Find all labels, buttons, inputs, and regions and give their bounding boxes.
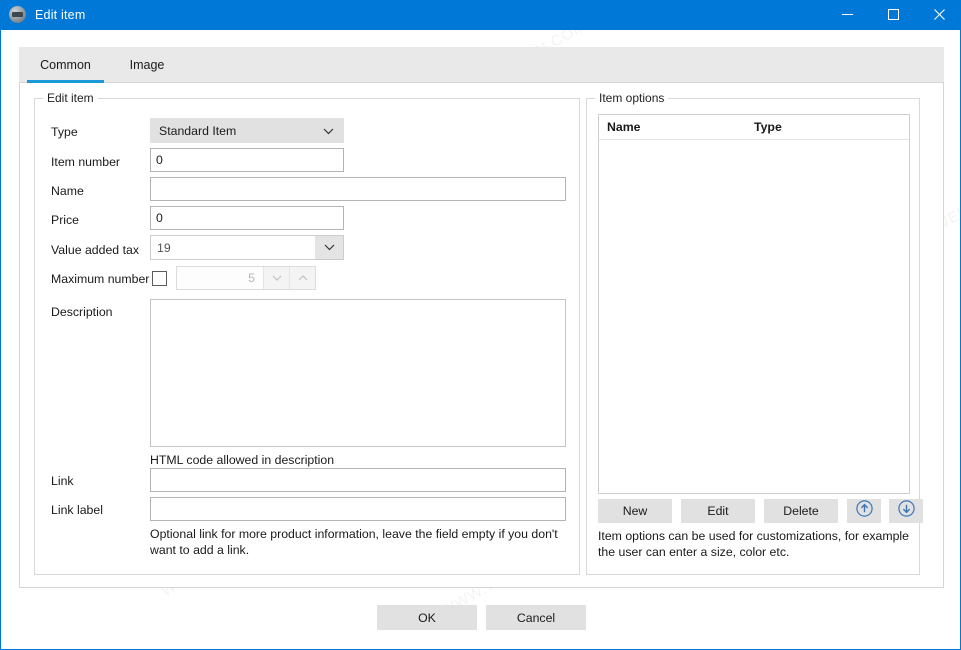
price-input[interactable]: 0 xyxy=(150,206,344,230)
move-option-down-button[interactable] xyxy=(889,499,923,523)
edit-option-button[interactable]: Edit xyxy=(681,499,755,523)
tab-panel-common: Edit item Type Standard Item Item number… xyxy=(19,83,944,588)
link-label-input[interactable] xyxy=(150,497,566,521)
arrow-down-circle-icon xyxy=(897,500,915,522)
new-option-button[interactable]: New xyxy=(598,499,672,523)
stepper-down-button[interactable] xyxy=(263,267,289,289)
column-header-name: Name xyxy=(607,120,641,134)
type-dropdown[interactable]: Standard Item xyxy=(150,118,344,143)
stepper-up-button[interactable] xyxy=(289,267,315,289)
chevron-down-icon xyxy=(323,124,334,138)
move-option-up-button[interactable] xyxy=(847,499,881,523)
cancel-button-label: Cancel xyxy=(516,610,556,625)
vat-label: Value added tax xyxy=(51,243,139,257)
edit-option-button-label: Edit xyxy=(707,504,729,518)
cancel-button[interactable]: Cancel xyxy=(486,605,586,630)
description-label: Description xyxy=(51,305,113,319)
tab-image[interactable]: Image xyxy=(115,47,179,83)
maximum-number-label: Maximum number xyxy=(51,272,150,286)
price-label: Price xyxy=(51,213,80,227)
app-icon xyxy=(9,6,26,23)
minimize-button[interactable] xyxy=(824,0,870,30)
item-options-group: Item options Name Type New Edit Delete I… xyxy=(586,91,923,575)
vat-dropdown-button[interactable] xyxy=(315,236,343,259)
column-header-type: Type xyxy=(754,120,782,134)
link-label: Link xyxy=(51,474,74,488)
item-number-label: Item number xyxy=(51,155,121,169)
edit-item-group: Edit item Type Standard Item Item number… xyxy=(34,91,580,575)
maximum-number-checkbox[interactable] xyxy=(152,271,167,286)
close-button[interactable] xyxy=(916,0,961,30)
ok-button-label: OK xyxy=(418,610,436,625)
vat-combobox[interactable]: 19 xyxy=(150,235,344,260)
edit-item-dialog: WWW.WEIDOWN.COM WWW.WEIDOWN.COM WWW.WEID… xyxy=(0,0,961,650)
maximum-number-stepper[interactable]: 5 xyxy=(176,266,316,290)
item-number-value: 0 xyxy=(156,153,163,167)
vat-value: 19 xyxy=(157,240,171,255)
arrow-up-circle-icon xyxy=(855,500,873,522)
type-dropdown-value: Standard Item xyxy=(159,123,237,138)
maximize-button[interactable] xyxy=(870,0,916,30)
tab-common[interactable]: Common xyxy=(27,47,104,83)
tab-image-label: Image xyxy=(129,58,165,72)
link-hint: Optional link for more product informati… xyxy=(150,527,558,557)
description-textarea[interactable] xyxy=(150,299,566,447)
description-hint: HTML code allowed in description xyxy=(150,453,335,467)
link-input[interactable] xyxy=(150,468,566,492)
name-label: Name xyxy=(51,184,84,198)
delete-option-button[interactable]: Delete xyxy=(764,499,838,523)
window-title: Edit item xyxy=(35,7,86,22)
delete-option-button-label: Delete xyxy=(783,504,819,518)
item-number-input[interactable]: 0 xyxy=(150,148,344,172)
item-options-header: Name Type xyxy=(599,115,909,140)
link-label-label: Link label xyxy=(51,503,103,517)
title-bar: Edit item xyxy=(1,0,961,30)
item-options-group-legend: Item options xyxy=(595,91,669,105)
maximum-number-value: 5 xyxy=(248,271,255,285)
name-input[interactable] xyxy=(150,177,566,201)
item-options-rows xyxy=(599,140,909,493)
tab-common-label: Common xyxy=(40,58,91,72)
type-label: Type xyxy=(51,125,78,139)
item-options-list[interactable]: Name Type xyxy=(598,114,910,494)
item-options-hint: Item options can be used for customizati… xyxy=(598,529,909,559)
new-option-button-label: New xyxy=(622,504,648,518)
price-value: 0 xyxy=(156,211,163,225)
edit-item-group-legend: Edit item xyxy=(43,91,98,105)
tab-strip: Common Image xyxy=(19,47,944,83)
ok-button[interactable]: OK xyxy=(377,605,477,630)
